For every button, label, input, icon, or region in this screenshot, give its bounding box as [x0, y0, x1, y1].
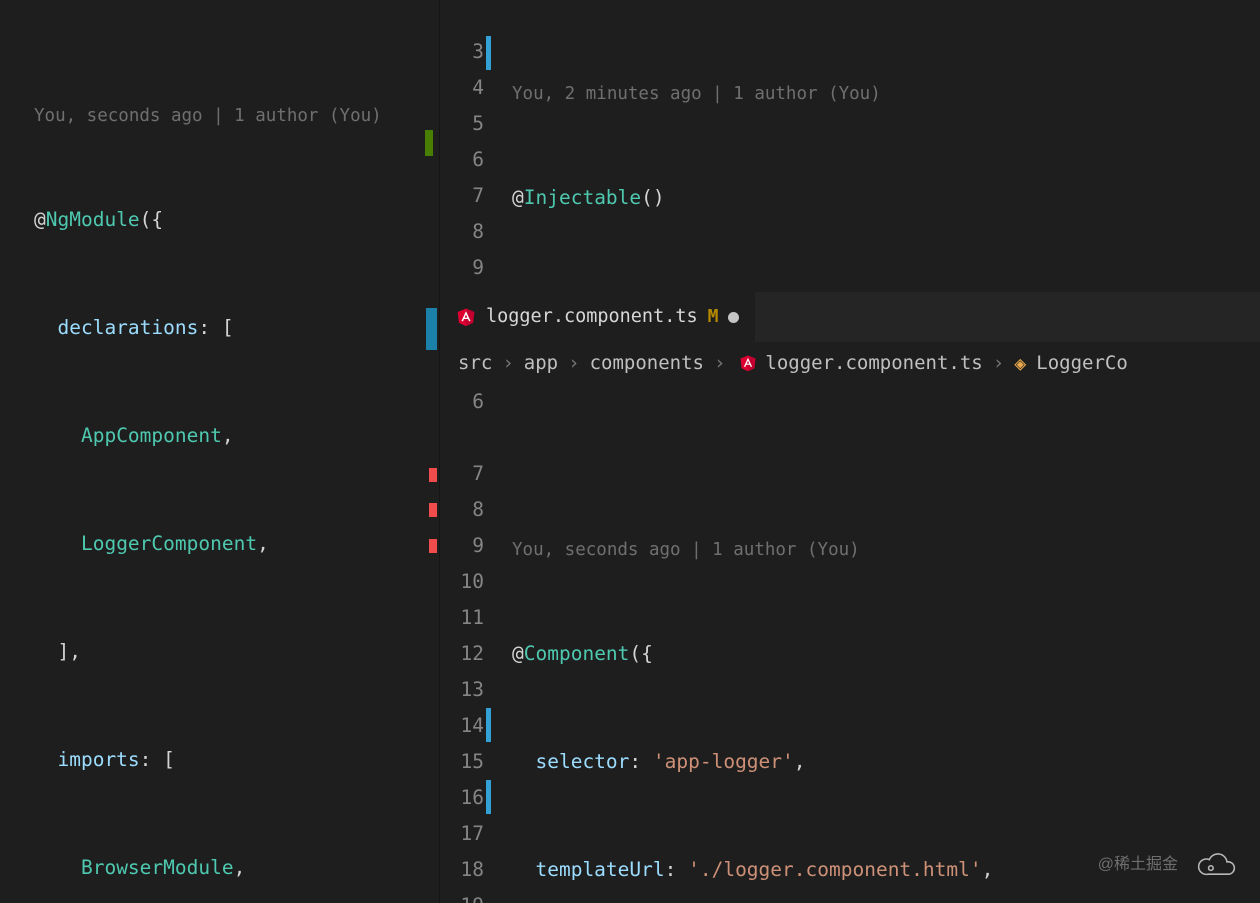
class-loggercomponent: LoggerComponent	[81, 532, 257, 555]
tab-modified-indicator: M	[708, 299, 719, 335]
gutter-change-modified	[426, 308, 437, 350]
codelens-text: You, seconds ago | 1 author (You)	[34, 94, 439, 130]
breadcrumb-file[interactable]: logger.component.ts	[765, 345, 982, 381]
gutter-change-deleted	[429, 468, 437, 482]
paren-open: ({	[140, 208, 163, 231]
codelens-text: You, seconds ago | 1 author (You)	[512, 528, 1260, 564]
decorator-name: NgModule	[46, 208, 140, 231]
editor-pane-test-service[interactable]: 3 4 5 6 7 8 9 You, 2 minutes ago | 1 aut…	[440, 0, 1260, 292]
class-appcomponent: AppComponent	[81, 424, 222, 447]
line-highlight-marker	[486, 780, 491, 814]
unsaved-dot-icon[interactable]	[728, 312, 739, 323]
editor-pane-logger-component[interactable]: 6 7 8 9 10 11 12 13 14 15 16 17 18 19 Yo…	[440, 384, 1260, 903]
tab-label: logger.component.ts	[486, 299, 698, 335]
prop-declarations: declarations	[57, 316, 198, 339]
tab-bar: logger.component.ts M	[440, 292, 1260, 342]
line-highlight-marker	[486, 36, 491, 70]
chevron-right-icon: ›	[708, 345, 731, 381]
editor-pane-app-module[interactable]: You, seconds ago | 1 author (You) @NgMod…	[0, 0, 440, 903]
code-block-app-module[interactable]: You, seconds ago | 1 author (You) @NgMod…	[34, 0, 439, 903]
breadcrumb[interactable]: src › app › components › logger.componen…	[440, 342, 1260, 384]
breadcrumb-app[interactable]: app	[524, 345, 558, 381]
breadcrumb-class[interactable]: LoggerCo	[1036, 345, 1128, 381]
code-block-test-service[interactable]: You, 2 minutes ago | 1 author (You) @Inj…	[512, 0, 1260, 292]
chevron-right-icon: ›	[562, 345, 585, 381]
codelens-text: You, 2 minutes ago | 1 author (You)	[512, 72, 1260, 108]
close-arr: ],	[57, 640, 80, 663]
line-highlight-marker	[486, 708, 491, 742]
watermark: @稀土掘金	[1098, 847, 1240, 883]
class-browsermodule: BrowserModule	[81, 856, 234, 879]
breadcrumb-components[interactable]: components	[590, 345, 704, 381]
watermark-text: @稀土掘金	[1098, 847, 1178, 883]
breadcrumb-src[interactable]: src	[458, 345, 492, 381]
chevron-right-icon: ›	[987, 345, 1010, 381]
code-block-logger-component[interactable]: You, seconds ago | 1 author (You) @Compo…	[512, 384, 1260, 903]
angular-icon	[739, 354, 757, 372]
class-symbol-icon: ◈	[1014, 345, 1026, 381]
gutter-bottom: 6 7 8 9 10 11 12 13 14 15 16 17 18 19	[440, 384, 496, 903]
chevron-right-icon: ›	[496, 345, 519, 381]
decorator-at: @	[34, 208, 46, 231]
gutter-change-added	[425, 130, 433, 156]
angular-icon	[456, 307, 476, 327]
cloud-logo-icon	[1194, 851, 1240, 879]
prop-imports: imports	[57, 748, 139, 771]
tab-logger-component[interactable]: logger.component.ts M	[440, 292, 756, 342]
